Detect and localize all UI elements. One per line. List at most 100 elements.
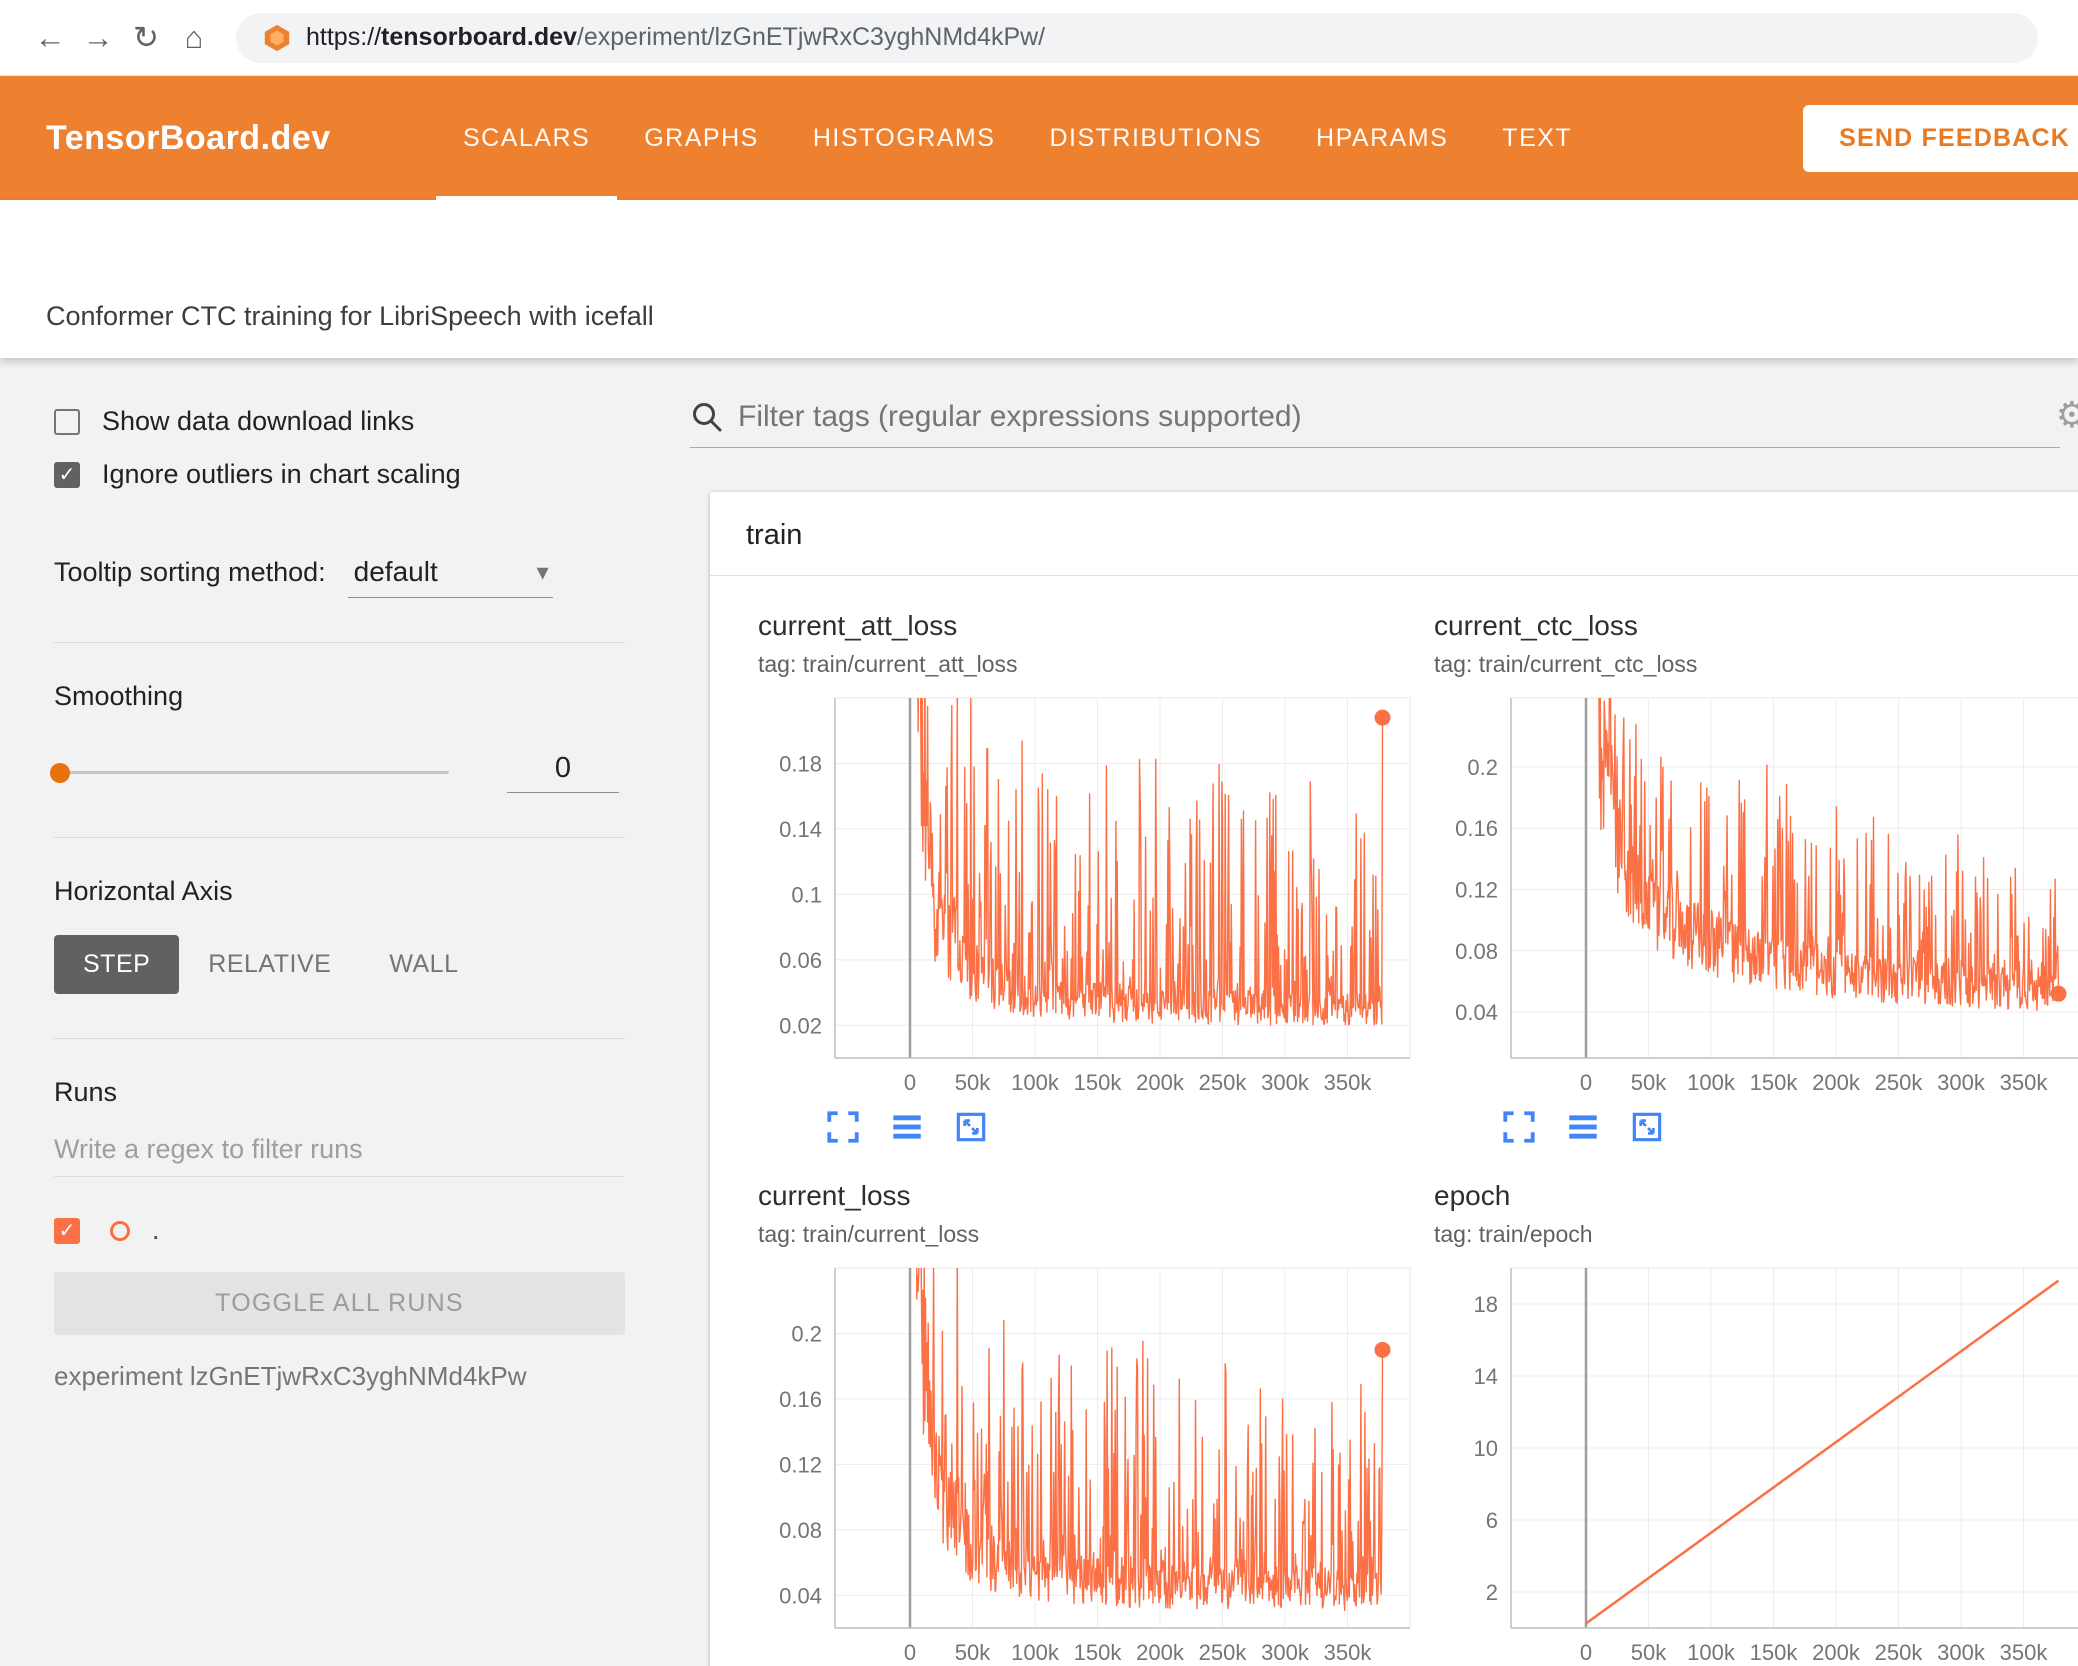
check-icon: ✓ bbox=[58, 464, 76, 486]
ignore-outliers-row: ✓ Ignore outliers in chart scaling bbox=[54, 459, 625, 490]
train-group-header[interactable]: train bbox=[710, 492, 2078, 576]
svg-text:100k: 100k bbox=[1011, 1070, 1060, 1095]
svg-text:350k: 350k bbox=[1324, 1070, 1373, 1095]
tag-filter-row bbox=[690, 400, 2060, 448]
chart-tag: tag: train/current_att_loss bbox=[758, 651, 1018, 677]
run-name: . bbox=[152, 1215, 160, 1245]
fullscreen-icon[interactable] bbox=[824, 1108, 862, 1146]
svg-text:0.04: 0.04 bbox=[779, 1583, 822, 1608]
svg-text:6: 6 bbox=[1486, 1508, 1498, 1533]
tag-filter-input[interactable] bbox=[738, 400, 2060, 434]
smoothing-label: Smoothing bbox=[54, 681, 184, 711]
send-feedback-button[interactable]: SEND FEEDBACK bbox=[1803, 104, 2078, 172]
tab-distributions[interactable]: DISTRIBUTIONS bbox=[1022, 76, 1289, 200]
fit-domain-icon[interactable] bbox=[1628, 1108, 1666, 1146]
axis-relative-button[interactable]: RELATIVE bbox=[179, 935, 360, 994]
chart-toolbar bbox=[1434, 1108, 2078, 1146]
svg-text:14: 14 bbox=[1474, 1364, 1498, 1389]
svg-text:0.2: 0.2 bbox=[1467, 755, 1498, 780]
brand-logo[interactable]: TensorBoard.dev bbox=[46, 119, 376, 158]
axis-step-button[interactable]: STEP bbox=[54, 935, 180, 994]
tab-hparams[interactable]: HPARAMS bbox=[1289, 76, 1475, 200]
svg-text:350k: 350k bbox=[2000, 1070, 2049, 1095]
chart-current-loss: 0.04 0.08 0.12 0.16 0.2 0 50k 100k 150k 200k 250k 3… bbox=[779, 1267, 1411, 1665]
chart-block-current-att-loss: current_att_loss tag: train/current_att_… bbox=[758, 610, 1434, 1146]
content: Show data download links ✓ Ignore outlie… bbox=[0, 358, 2078, 1666]
ignore-outliers-checkbox[interactable]: ✓ bbox=[54, 461, 80, 488]
smoothing-slider-thumb[interactable] bbox=[50, 762, 70, 783]
svg-text:150k: 150k bbox=[1750, 1640, 1799, 1665]
data-download-icon[interactable] bbox=[888, 1108, 926, 1146]
train-group-card: train current_att_loss tag: train/curren… bbox=[710, 492, 2078, 1666]
url-path: /experiment/lzGnETjwRxC3yghNMd4kPw/ bbox=[576, 23, 1046, 51]
run-color-swatch[interactable] bbox=[110, 1220, 130, 1241]
forward-icon[interactable]: → bbox=[74, 20, 122, 56]
svg-text:0.12: 0.12 bbox=[1455, 877, 1498, 902]
svg-text:200k: 200k bbox=[1812, 1640, 1861, 1665]
svg-text:0: 0 bbox=[904, 1070, 916, 1095]
reload-icon[interactable]: ↻ bbox=[122, 20, 170, 56]
axis-wall-button[interactable]: WALL bbox=[360, 935, 487, 994]
chart-block-current-ctc-loss: current_ctc_loss tag: train/current_ctc_… bbox=[1434, 610, 2078, 1146]
divider bbox=[54, 642, 625, 643]
svg-text:0: 0 bbox=[904, 1640, 916, 1665]
svg-text:0: 0 bbox=[1580, 1640, 1592, 1665]
chart-current-att-loss: 0.02 0.06 0.1 0.14 0.18 0 50k 100k 150k 200k 250k 3… bbox=[779, 697, 1411, 1095]
svg-text:0.16: 0.16 bbox=[1455, 816, 1498, 841]
fullscreen-icon[interactable] bbox=[1500, 1108, 1538, 1146]
data-download-icon[interactable] bbox=[1564, 1108, 1602, 1146]
runs-label: Runs bbox=[54, 1077, 118, 1107]
back-icon[interactable]: ← bbox=[26, 20, 74, 56]
svg-text:0.06: 0.06 bbox=[779, 948, 822, 973]
browser-toolbar: ← → ↻ ⌂ https://tensorboard.dev/experime… bbox=[0, 0, 2078, 76]
smoothing-row bbox=[50, 752, 625, 793]
svg-text:2: 2 bbox=[1486, 1580, 1498, 1605]
tooltip-sorting-label: Tooltip sorting method: bbox=[54, 557, 326, 587]
runs-filter-input[interactable] bbox=[54, 1134, 625, 1177]
tab-scalars[interactable]: SCALARS bbox=[436, 76, 618, 200]
svg-text:300k: 300k bbox=[1261, 1640, 1310, 1665]
show-download-checkbox[interactable] bbox=[54, 408, 80, 435]
gear-icon[interactable]: ⚙ bbox=[2056, 394, 2078, 436]
tab-graphs[interactable]: GRAPHS bbox=[617, 76, 786, 200]
svg-text:0.04: 0.04 bbox=[1455, 1000, 1498, 1025]
tab-text[interactable]: TEXT bbox=[1475, 76, 1599, 200]
svg-text:150k: 150k bbox=[1074, 1070, 1123, 1095]
smoothing-slider[interactable] bbox=[50, 762, 449, 783]
svg-text:0.18: 0.18 bbox=[779, 751, 822, 776]
svg-text:250k: 250k bbox=[1199, 1070, 1248, 1095]
svg-text:150k: 150k bbox=[1074, 1640, 1123, 1665]
svg-text:150k: 150k bbox=[1750, 1070, 1799, 1095]
tab-histograms[interactable]: HISTOGRAMS bbox=[786, 76, 1023, 200]
divider bbox=[54, 1038, 625, 1039]
chart-title: epoch bbox=[1434, 1180, 1511, 1211]
tensorboard-favicon bbox=[264, 24, 290, 51]
svg-text:50k: 50k bbox=[955, 1070, 991, 1095]
svg-text:50k: 50k bbox=[1631, 1070, 1667, 1095]
svg-text:0.08: 0.08 bbox=[1455, 939, 1498, 964]
experiment-id-label: experiment lzGnETjwRxC3yghNMd4kPw bbox=[54, 1361, 527, 1391]
address-bar[interactable]: https://tensorboard.dev/experiment/lzGnE… bbox=[236, 12, 2038, 63]
chart-tag: tag: train/epoch bbox=[1434, 1221, 1593, 1247]
tooltip-sorting-dropdown[interactable]: default ▾ bbox=[347, 556, 553, 598]
svg-text:100k: 100k bbox=[1687, 1640, 1736, 1665]
smoothing-value-input[interactable] bbox=[507, 752, 619, 793]
svg-text:350k: 350k bbox=[2000, 1640, 2049, 1665]
fit-domain-icon[interactable] bbox=[952, 1108, 990, 1146]
train-group-title: train bbox=[746, 519, 803, 551]
svg-text:0: 0 bbox=[1580, 1070, 1592, 1095]
experiment-subheader: Conformer CTC training for LibriSpeech w… bbox=[0, 200, 2078, 358]
horizontal-axis-buttons: STEP RELATIVE WALL bbox=[54, 935, 625, 994]
svg-text:0.02: 0.02 bbox=[779, 1013, 822, 1038]
svg-text:0.16: 0.16 bbox=[779, 1387, 822, 1412]
run-checkbox[interactable]: ✓ bbox=[54, 1217, 80, 1244]
show-download-row: Show data download links bbox=[54, 406, 625, 437]
home-icon[interactable]: ⌂ bbox=[170, 20, 218, 56]
chart-title: current_loss bbox=[758, 1180, 911, 1211]
chart-toolbar bbox=[758, 1108, 1434, 1146]
chart-tag: tag: train/current_ctc_loss bbox=[1434, 651, 1698, 677]
svg-text:300k: 300k bbox=[1937, 1070, 1986, 1095]
chart-title: current_att_loss bbox=[758, 610, 958, 641]
toggle-all-runs-button[interactable]: TOGGLE ALL RUNS bbox=[54, 1272, 625, 1335]
url-domain: tensorboard.dev bbox=[381, 23, 577, 51]
